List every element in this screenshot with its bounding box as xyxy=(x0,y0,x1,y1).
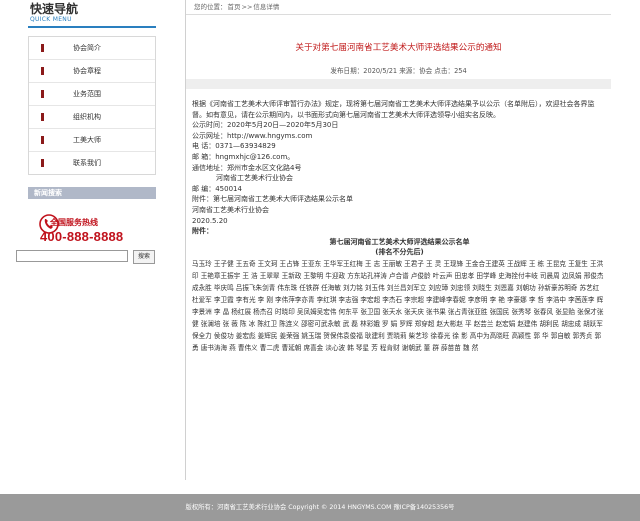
menu-item-label: 协会章程 xyxy=(73,67,101,75)
hotline-label: 全国服务热线 xyxy=(50,218,98,227)
article-attachment: 附件：第七届河南省工艺美术大师评选结果公示名单 xyxy=(192,195,353,204)
breadcrumb: 您的位置：首页>>信息详情 xyxy=(186,0,611,15)
annex-names-list: 马玉玲 王子健 王五奇 王文珂 王占锋 王亚东 王华军王红梅 王 志 王丽敏 王… xyxy=(192,259,604,352)
menu-item-scope[interactable]: 业务范围 xyxy=(29,83,155,106)
article-meta: 发布日期：2020/5/21 来源：协会 点击：254 xyxy=(330,67,467,75)
quick-nav-divider xyxy=(28,26,156,28)
article-title: 关于对第七届河南省工艺美术大师评选结果公示的通知 xyxy=(295,43,502,53)
article-body: 根据《河南省工艺美术大师评审暂行办法》规定，现将第七届河南省工艺美术大师评选结果… xyxy=(186,99,611,354)
meta-divider xyxy=(186,79,611,89)
quick-nav-title: 快速导航 xyxy=(30,2,79,16)
search-bar: 搜索 xyxy=(16,250,156,264)
annex-subtitle: (排名不分先后) xyxy=(375,248,424,257)
menu-item-about[interactable]: 协会简介 xyxy=(29,37,155,60)
breadcrumb-separator: >> xyxy=(241,3,253,11)
news-search-header: 新闻搜索 xyxy=(28,187,156,199)
menu-item-label: 业务范围 xyxy=(73,90,101,98)
menu-item-charter[interactable]: 协会章程 xyxy=(29,60,155,83)
article-email: 邮 箱：hngmxhjc@126.com。 xyxy=(192,152,295,161)
breadcrumb-prefix: 您的位置： xyxy=(194,3,227,11)
bullet-icon xyxy=(41,113,44,121)
bullet-icon xyxy=(41,136,44,144)
menu-item-contact[interactable]: 联系我们 xyxy=(29,152,155,174)
hotline-number: 400-888-8888 xyxy=(40,229,124,244)
breadcrumb-home-link[interactable]: 首页 xyxy=(228,3,241,11)
article-sign-org: 河南省工艺美术行业协会 xyxy=(192,205,269,214)
menu-item-label: 组织机构 xyxy=(73,113,101,121)
bullet-icon xyxy=(41,44,44,52)
bullet-icon xyxy=(41,67,44,75)
sidebar: 快速导航 QUICK MENU 协会简介 协会章程 业务范围 组织机构 工美大师… xyxy=(28,2,156,257)
annex-title: 第七届河南省工艺美术大师评选结果公示名单 xyxy=(329,237,470,246)
article-website: 公示网址：http://www.hngyms.com xyxy=(192,131,313,140)
search-input[interactable] xyxy=(16,250,128,262)
annex-label: 附件： xyxy=(192,227,213,236)
menu-item-masters[interactable]: 工美大师 xyxy=(29,129,155,152)
article-address-org: 河南省工艺美术行业协会 xyxy=(216,174,293,183)
quick-nav-menu: 协会简介 协会章程 业务范围 组织机构 工美大师 联系我们 xyxy=(28,36,156,175)
article-address: 通信地址：郑州市金水区文化路4号 xyxy=(192,163,302,172)
menu-item-organization[interactable]: 组织机构 xyxy=(29,106,155,129)
quick-nav-subtitle: QUICK MENU xyxy=(30,16,72,23)
menu-item-label: 联系我们 xyxy=(73,159,101,167)
article-sign-date: 2020.5.20 xyxy=(192,216,228,225)
menu-item-label: 协会简介 xyxy=(73,44,101,52)
bullet-icon xyxy=(41,90,44,98)
footer: 版权所有：河南省工艺美术行业协会 Copyright © 2014 HNGYMS… xyxy=(0,494,640,521)
menu-item-label: 工美大师 xyxy=(73,136,101,144)
main-content: 您的位置：首页>>信息详情 关于对第七届河南省工艺美术大师评选结果公示的通知 发… xyxy=(185,0,611,480)
search-button[interactable]: 搜索 xyxy=(133,250,155,264)
article-phone: 电 话：0371—63934829 xyxy=(192,142,276,151)
article-intro: 根据《河南省工艺美术大师评审暂行办法》规定，现将第七届河南省工艺美术大师评选结果… xyxy=(192,100,595,119)
breadcrumb-current: 信息详情 xyxy=(253,3,280,11)
article-postcode: 邮 编：450014 xyxy=(192,184,242,193)
bullet-icon xyxy=(41,159,44,167)
article-period: 公示时间：2020年5月20日—2020年5月30日 xyxy=(192,121,339,130)
